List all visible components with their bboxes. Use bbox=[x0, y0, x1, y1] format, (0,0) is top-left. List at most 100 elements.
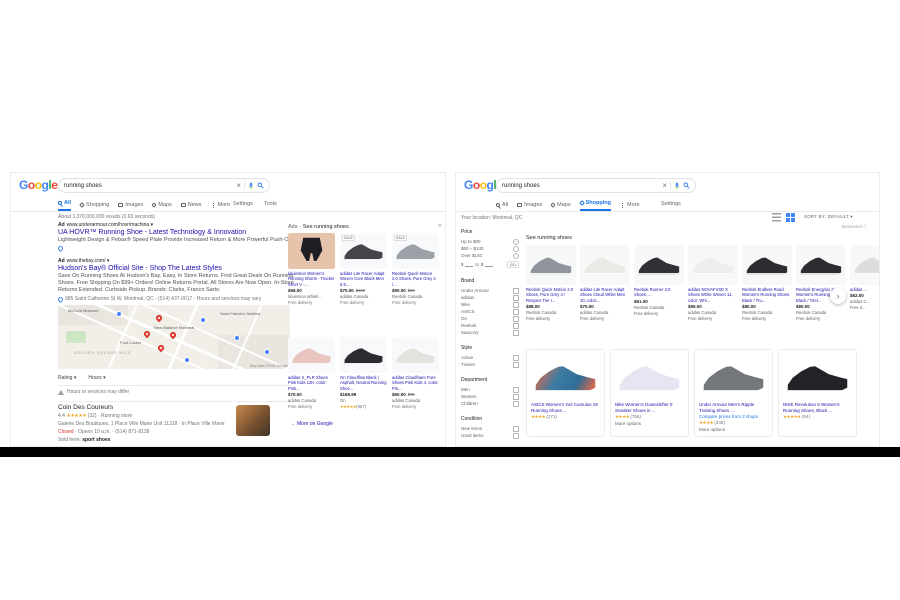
product-image[interactable] bbox=[783, 354, 852, 400]
search-tab[interactable]: Shopping bbox=[80, 197, 109, 211]
product-title[interactable]: Reebok Runner 3.0 Shoes, ... bbox=[634, 287, 684, 298]
product-card[interactable]: Reebok Runner 3.0 Shoes, ... $61.00 Reeb… bbox=[634, 245, 684, 341]
clear-icon[interactable]: × bbox=[662, 182, 667, 190]
filter-option[interactable]: On bbox=[461, 315, 519, 322]
blue-map-pin[interactable] bbox=[264, 349, 270, 355]
search-bar[interactable]: running shoes × bbox=[496, 178, 696, 193]
product-card[interactable]: SALE adidas Lite Racer Adapt Woven Core … bbox=[340, 233, 387, 337]
radio-button[interactable] bbox=[513, 246, 519, 252]
product-title[interactable]: adidas X_PLR Shoes Pink Kids 12K, color:… bbox=[288, 375, 335, 391]
search-tab[interactable]: Maps bbox=[551, 197, 570, 211]
product-card[interactable]: Reebok Quick Motion 2.0 Shoes, Pure Grey… bbox=[526, 245, 576, 341]
checkbox[interactable] bbox=[513, 433, 519, 439]
filter-option[interactable]: Under Armour bbox=[461, 287, 519, 294]
business-photo[interactable] bbox=[236, 405, 270, 436]
product-image[interactable] bbox=[340, 337, 387, 373]
local-listing[interactable]: Coin Des Coureurs 4.4 ★★★★★ (32) · Runni… bbox=[58, 404, 233, 443]
product-image[interactable] bbox=[288, 233, 335, 269]
product-title[interactable]: On Cloudflow Black | Asphalt, Neutral Ru… bbox=[340, 375, 387, 391]
product-title[interactable]: Nike Women's Downshifter 9 Sneaker Shoes… bbox=[615, 402, 684, 413]
business-name[interactable]: Coin Des Coureurs bbox=[58, 404, 233, 411]
product-image[interactable] bbox=[796, 245, 846, 285]
compare-prices-link[interactable]: Compare prices from 2 shops bbox=[699, 414, 768, 419]
checkbox[interactable] bbox=[513, 355, 519, 361]
product-card[interactable]: ASICS Women's Gel Cumulus 19 Running Sho… bbox=[526, 349, 605, 437]
checkbox[interactable] bbox=[513, 426, 519, 432]
filter-option[interactable]: Over $140 bbox=[461, 252, 519, 259]
grid-view-icon[interactable] bbox=[786, 213, 795, 222]
mic-icon[interactable] bbox=[248, 182, 254, 190]
product-title[interactable]: adidas Lite Racer Adapt Woven Core Black… bbox=[340, 271, 387, 287]
mic-icon[interactable] bbox=[674, 182, 680, 190]
filter-option[interactable]: Nike bbox=[461, 301, 519, 308]
product-title[interactable]: NIKE Revolution 5 Women's Running Shoes,… bbox=[783, 402, 852, 413]
product-card[interactable]: NIKE Revolution 5 Women's Running Shoes,… bbox=[778, 349, 857, 437]
filter-option[interactable]: New items bbox=[461, 425, 519, 432]
filter-option[interactable]: Women bbox=[461, 393, 519, 400]
product-card[interactable]: adidas Lite Racer Adapt Shoes Cloud Whit… bbox=[580, 245, 630, 341]
sort-by-dropdown[interactable]: SORT BY: DEFAULT ▾ bbox=[804, 214, 853, 220]
product-card[interactable]: SALE Reebok Quick Motion 2.0 Shoes, Pure… bbox=[392, 233, 439, 337]
product-title[interactable]: adidas Lite Racer Adapt Shoes Cloud Whit… bbox=[580, 287, 630, 303]
more-on-google-link[interactable]: →More on Google bbox=[290, 421, 333, 427]
blue-map-pin[interactable] bbox=[234, 335, 240, 341]
checkbox[interactable] bbox=[513, 387, 519, 393]
clear-icon[interactable]: × bbox=[236, 182, 241, 190]
menu-item[interactable]: Settings bbox=[233, 201, 253, 207]
search-tab[interactable]: All bbox=[58, 197, 71, 211]
product-image[interactable] bbox=[699, 354, 768, 400]
product-card[interactable]: Reebok Endless Road Women's Running Shoe… bbox=[742, 245, 792, 341]
checkbox[interactable] bbox=[513, 302, 519, 308]
filter-option[interactable]: Children bbox=[461, 400, 519, 407]
ad-title-link[interactable]: UA HOVR™ Running Shoe - Latest Technolog… bbox=[58, 229, 298, 236]
review-count[interactable]: (32) bbox=[88, 413, 97, 419]
min-price-input[interactable] bbox=[465, 262, 473, 267]
search-tab[interactable]: Maps bbox=[152, 197, 171, 211]
search-tab[interactable]: Shopping bbox=[580, 197, 611, 211]
product-card[interactable]: adidas NOVAFVSE X Shoes White Woven 11, … bbox=[688, 245, 738, 341]
checkbox[interactable] bbox=[513, 316, 519, 322]
product-image[interactable]: SALE bbox=[392, 233, 439, 269]
search-tab[interactable]: More bbox=[620, 197, 640, 211]
search-icon[interactable] bbox=[257, 182, 264, 189]
go-button[interactable]: GO bbox=[507, 261, 519, 268]
checkbox[interactable] bbox=[513, 323, 519, 329]
hours-filter[interactable]: Hours ▾ bbox=[88, 375, 105, 381]
checkbox[interactable] bbox=[513, 295, 519, 301]
search-tab[interactable]: All bbox=[496, 197, 508, 211]
product-image[interactable] bbox=[615, 354, 684, 400]
checkbox[interactable] bbox=[513, 309, 519, 315]
search-input[interactable]: running shoes bbox=[64, 183, 236, 189]
close-icon[interactable]: × bbox=[438, 223, 442, 230]
blue-map-pin[interactable] bbox=[184, 357, 190, 363]
product-card[interactable]: Under Armour Men's Ripple Training Shoes… bbox=[694, 349, 773, 437]
product-image[interactable] bbox=[288, 337, 335, 373]
more-options-link[interactable]: More options bbox=[615, 421, 684, 426]
product-image[interactable] bbox=[531, 354, 600, 400]
checkbox[interactable] bbox=[513, 288, 519, 294]
product-image[interactable]: SALE bbox=[340, 233, 387, 269]
filter-option[interactable]: ASICS bbox=[461, 308, 519, 315]
product-card[interactable]: adidas ... $62.00 adidas C... Free d... bbox=[850, 245, 880, 341]
product-image[interactable] bbox=[392, 337, 439, 373]
rating-filter[interactable]: Rating ▾ bbox=[58, 375, 76, 381]
search-bar[interactable]: running shoes × bbox=[58, 178, 270, 193]
checkbox[interactable] bbox=[513, 401, 519, 407]
filter-option[interactable]: Active bbox=[461, 354, 519, 361]
radio-button[interactable] bbox=[513, 239, 519, 245]
checkbox[interactable] bbox=[513, 362, 519, 368]
red-map-pin[interactable] bbox=[143, 330, 151, 338]
radio-button[interactable] bbox=[513, 253, 519, 259]
product-title[interactable]: ASICS Women's Gel Cumulus 19 Running Sho… bbox=[531, 402, 600, 413]
carousel-next-button[interactable]: › bbox=[830, 288, 846, 304]
menu-item[interactable]: Tools bbox=[264, 201, 277, 207]
filter-option[interactable]: Used items bbox=[461, 432, 519, 439]
product-title[interactable]: Reebok Endless Road Women's Running Shoe… bbox=[742, 287, 792, 303]
product-image[interactable] bbox=[526, 245, 576, 285]
checkbox[interactable] bbox=[513, 330, 519, 336]
search-tab[interactable]: More bbox=[211, 197, 231, 211]
red-map-pin[interactable] bbox=[155, 314, 163, 322]
product-title[interactable]: Reebok Quick Motion 2.0 Shoes, Pure Grey… bbox=[526, 287, 576, 303]
product-card[interactable]: On Cloudflow Black | Asphalt, Neutral Ru… bbox=[340, 337, 387, 441]
product-card[interactable]: adidas Cloudfoam Pure Shoes Pink Kids 4,… bbox=[392, 337, 439, 441]
